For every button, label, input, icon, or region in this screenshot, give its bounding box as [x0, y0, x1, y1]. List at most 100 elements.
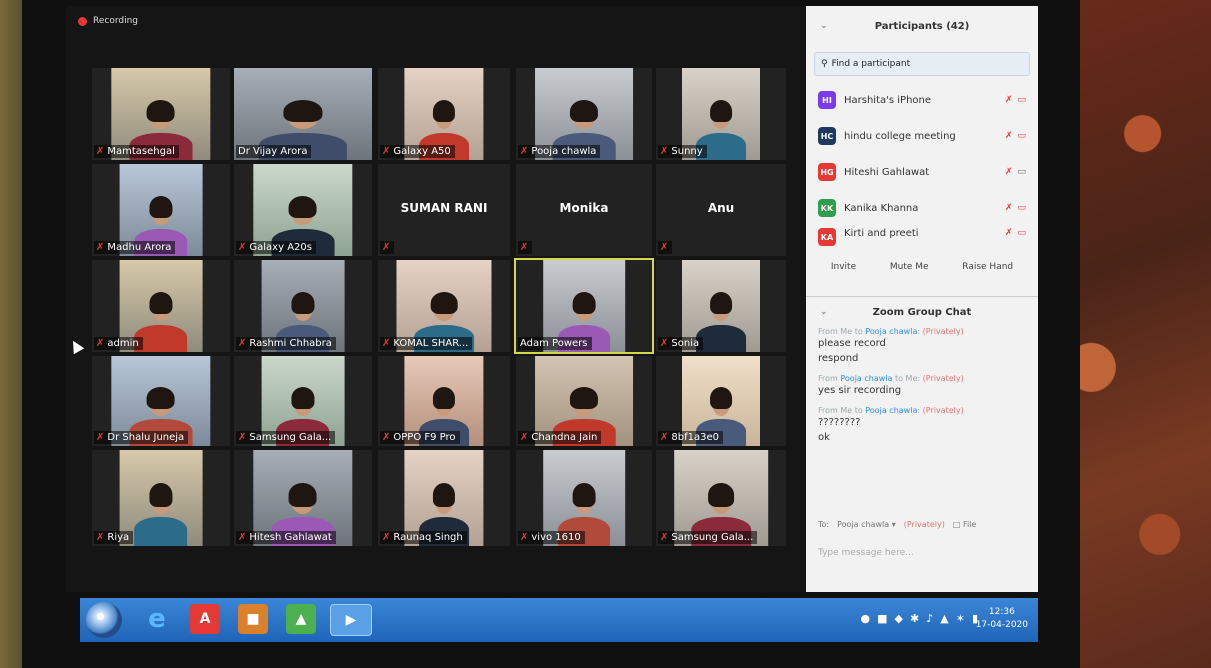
chat-recipient-row: To: Pooja chawla ▾ (Privately) □ File — [818, 520, 1028, 529]
video-off-icon: ▭ — [1017, 95, 1026, 105]
mic-muted-icon: ✗ — [660, 338, 669, 349]
video-tile[interactable]: ✗ vivo 1610 — [516, 450, 652, 546]
chat-sender-link[interactable]: Pooja chawla — [840, 374, 892, 383]
video-tile[interactable]: ✗ Galaxy A20s — [234, 164, 372, 256]
video-tile[interactable]: ✗ Raunaq Singh — [378, 450, 510, 546]
participant-row[interactable]: HG Hiteshi Gahlawat ✗ ▭ — [806, 154, 1038, 190]
chat-sender-link[interactable]: Pooja chawla — [865, 406, 917, 415]
video-tile[interactable]: Dr Vijay Arora — [234, 68, 372, 160]
chat-message-text: yes sir recording — [818, 385, 902, 396]
chat-message: From Me to Pooja chawla: (Privately) plea… — [806, 327, 1038, 366]
video-tile[interactable]: ✗ Sunny — [656, 68, 786, 160]
participant-name: 8bf1a3e0 — [671, 432, 719, 443]
raise-hand-button[interactable]: Raise Hand — [962, 262, 1013, 288]
mic-muted-icon: ✗ — [520, 532, 529, 543]
participant-name: Samsung Gala... — [249, 432, 332, 443]
video-tile[interactable]: ✗ Samsung Gala... — [656, 450, 786, 546]
video-tile[interactable]: Monika ✗ — [516, 164, 652, 256]
video-tile[interactable]: ✗ 8bf1a3e0 — [656, 356, 786, 446]
participant-status-icons: ✗ ▭ — [1005, 228, 1026, 238]
participant-name-label: ✗ admin — [94, 337, 143, 350]
mic-muted-icon: ✗ — [238, 432, 247, 443]
tray-app-icon[interactable]: ■ — [877, 612, 887, 625]
video-tile[interactable]: ✗ Sonia — [656, 260, 786, 352]
chat-title: Zoom Group Chat — [872, 306, 972, 318]
video-off-icon: ▭ — [1017, 167, 1026, 177]
mic-muted-icon: ✗ — [96, 146, 105, 157]
video-tile[interactable]: ✗ Madhu Arora — [92, 164, 230, 256]
chat-message-text: ok — [818, 432, 830, 443]
mic-muted-icon: ✗ — [520, 432, 529, 443]
pdf-app-icon[interactable]: A — [190, 604, 220, 634]
mouse-cursor-icon — [67, 337, 85, 355]
chat-sender-link[interactable]: Pooja chawla — [865, 327, 917, 336]
volume-icon[interactable]: ♪ — [926, 612, 933, 625]
chat-message-input[interactable]: Type message here... — [818, 548, 914, 558]
video-tile[interactable]: ✗ Galaxy A50 — [378, 68, 510, 160]
video-tile[interactable]: Adam Powers — [514, 258, 654, 354]
network-icon[interactable]: ▲ — [940, 612, 948, 625]
media-app-icon[interactable]: ■ — [238, 604, 268, 634]
participant-search-input[interactable]: ⚲ Find a participant — [814, 52, 1030, 76]
help-icon[interactable]: ● — [861, 612, 871, 625]
taskbar-clock[interactable]: 12:36 17-04-2020 — [976, 606, 1028, 632]
participant-name-label: ✗ Sunny — [658, 145, 707, 158]
participant-figure — [134, 482, 188, 546]
mic-muted-icon: ✗ — [96, 532, 105, 543]
shield-icon[interactable]: ◆ — [895, 612, 903, 625]
recipient-select[interactable]: Pooja chawla ▾ — [837, 520, 896, 529]
participant-status-icons: ✗ ▭ — [1005, 167, 1026, 177]
video-tile[interactable]: ✗ Pooja chawla — [516, 68, 652, 160]
chat-message: From Pooja chawla to Me: (Privately) yes … — [806, 374, 1038, 398]
participant-name-label: ✗ Chandna Jain — [518, 431, 602, 444]
internet-explorer-icon[interactable]: e — [142, 604, 172, 634]
video-tile[interactable]: ✗ KOMAL SHAR... — [378, 260, 510, 352]
video-tile[interactable]: ✗ admin — [92, 260, 230, 352]
video-tile[interactable]: ✗ Samsung Gala... — [234, 356, 372, 446]
private-label: (Privately) — [903, 520, 945, 529]
green-app-icon[interactable]: ▲ — [286, 604, 316, 634]
settings-icon[interactable]: ✱ — [910, 612, 919, 625]
clock-date: 17-04-2020 — [975, 620, 1028, 630]
video-tile[interactable]: ✗ Chandna Jain — [516, 356, 652, 446]
participant-name-label: ✗ KOMAL SHAR... — [380, 337, 473, 350]
start-button[interactable] — [86, 602, 122, 638]
participant-name: Dr Shalu Juneja — [107, 432, 185, 443]
participant-name-label: ✗ Galaxy A50 — [380, 145, 455, 158]
windows-taskbar: e A ■ ▲ ▶ ● ■ ◆ ✱ ♪ ▲ ✶ ▮ 12:36 17-04-20… — [80, 598, 1038, 642]
video-tile[interactable]: ✗ Mamtasehgal — [92, 68, 230, 160]
participant-name-label: ✗ Samsung Gala... — [236, 431, 336, 444]
chevron-down-icon[interactable]: ⌄ — [820, 307, 828, 317]
invite-button[interactable]: Invite — [831, 262, 856, 288]
participant-name-label: ✗ Madhu Arora — [94, 241, 176, 254]
video-tile[interactable]: ✗ Riya — [92, 450, 230, 546]
video-tile[interactable]: ✗ Hitesh Gahlawat — [234, 450, 372, 546]
video-tile[interactable]: SUMAN RANI ✗ — [378, 164, 510, 256]
participant-avatar: HI — [818, 91, 836, 109]
file-button[interactable]: □ File — [953, 520, 977, 529]
chevron-down-icon[interactable]: ⌄ — [820, 21, 828, 31]
participant-row[interactable]: KK Kanika Khanna ✗ ▭ — [806, 190, 1038, 226]
record-icon — [78, 16, 87, 26]
mic-muted-icon: ✗ — [382, 338, 391, 349]
participant-row[interactable]: HC hindu college meeting ✗ ▭ — [806, 118, 1038, 154]
video-tile[interactable]: Anu ✗ — [656, 164, 786, 256]
participant-list-name: Kanika Khanna — [844, 202, 919, 214]
participant-avatar: KA — [818, 228, 836, 246]
mute-me-button[interactable]: Mute Me — [890, 262, 929, 288]
participants-title: Participants (42) — [874, 20, 970, 32]
participant-name-label: Adam Powers — [518, 337, 592, 350]
bluetooth-icon[interactable]: ✶ — [956, 612, 965, 625]
participant-status-icons: ✗ ▭ — [1005, 131, 1026, 141]
chat-message-meta: From Me to Pooja chawla: (Privately) — [818, 327, 964, 336]
participant-avatar: HC — [818, 127, 836, 145]
to-label: To: — [818, 520, 830, 529]
video-tile[interactable]: ✗ Rashmi Chhabra — [234, 260, 372, 352]
zoom-app-icon[interactable]: ▶ — [330, 604, 372, 636]
mic-muted-icon: ✗ — [1004, 228, 1013, 238]
participant-row[interactable]: KA Kirti and preeti ✗ ▭ — [806, 226, 1038, 248]
participant-name-label: ✗ Hitesh Gahlawat — [236, 531, 336, 544]
participant-row[interactable]: HI Harshita's iPhone ✗ ▭ — [806, 82, 1038, 118]
video-tile[interactable]: ✗ Dr Shalu Juneja — [92, 356, 230, 446]
video-tile[interactable]: ✗ OPPO F9 Pro — [378, 356, 510, 446]
